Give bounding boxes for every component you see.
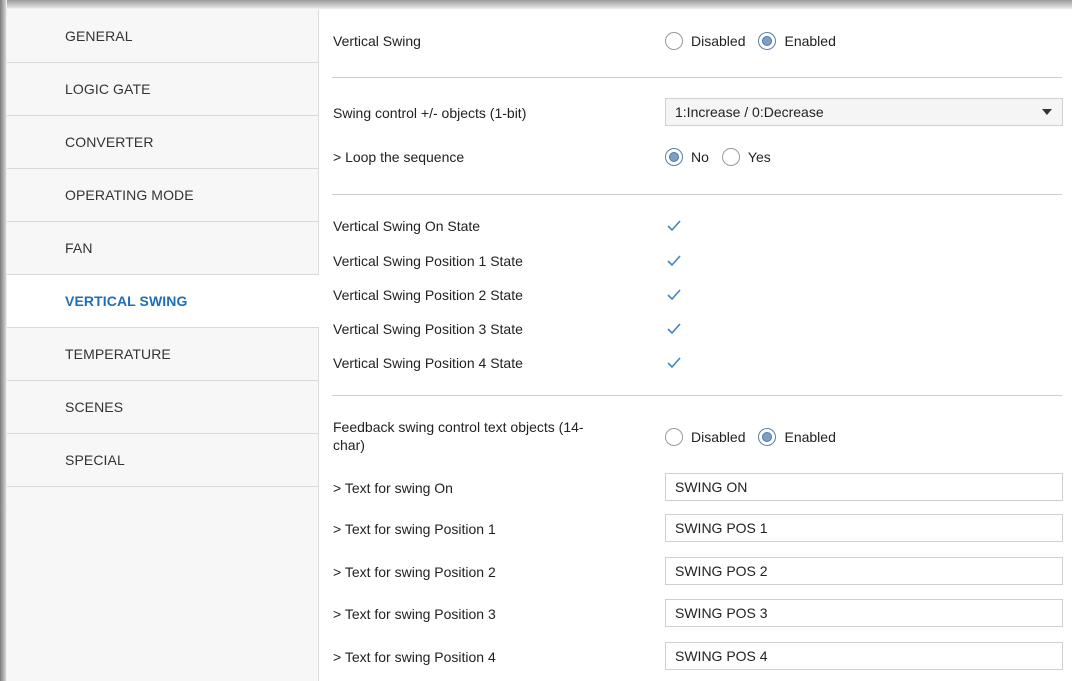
vertical-swing-label: Vertical Swing [333,33,421,49]
sidebar-item-general[interactable]: GENERAL [7,10,318,63]
sidebar-item-operating-mode[interactable]: OPERATING MODE [7,169,318,222]
text-swing-pos1-label: > Text for swing Position 1 [333,521,496,537]
sidebar-item-label: TEMPERATURE [65,346,171,362]
text-swing-pos3-input[interactable]: SWING POS 3 [665,599,1063,627]
sidebar-item-label: OPERATING MODE [65,187,194,203]
state-on-checkbox[interactable] [665,217,683,235]
state-pos2-checkbox[interactable] [665,286,683,304]
checkmark-icon [667,220,681,232]
option-label: Yes [747,149,771,165]
swing-control-label: Swing control +/- objects (1-bit) [333,105,527,121]
option-label: Enabled [784,429,836,445]
feedback-text-label-line1: Feedback swing control text objects (14- [333,419,584,435]
separator [332,395,1062,396]
state-pos1-label: Vertical Swing Position 1 State [333,253,523,269]
feedback-text-label-line2: char) [333,437,365,453]
sidebar-item-label: SCENES [65,399,124,415]
loop-sequence-label: > Loop the sequence [333,149,465,165]
state-on-label: Vertical Swing On State [333,218,481,234]
swing-control-dropdown[interactable]: 1:Increase / 0:Decrease [665,98,1063,126]
loop-sequence-option-yes[interactable]: Yes [721,148,771,166]
radio-checked-icon[interactable] [665,148,683,166]
feedback-text-option-enabled[interactable]: Enabled [758,428,836,446]
sidebar-item-vertical-swing[interactable]: VERTICAL SWING [7,275,319,328]
sidebar-item-label: CONVERTER [65,134,154,150]
radio-unchecked-icon[interactable] [665,428,683,446]
state-pos4-checkbox[interactable] [665,354,683,372]
text-swing-on-label: > Text for swing On [333,480,453,496]
vertical-swing-option-enabled[interactable]: Enabled [758,32,836,50]
text-swing-pos2-label: > Text for swing Position 2 [333,564,496,580]
sidebar-item-fan[interactable]: FAN [7,222,318,275]
option-label: No [691,149,709,165]
text-swing-pos1-input[interactable]: SWING POS 1 [665,514,1063,542]
option-label: Disabled [691,429,746,445]
window: GENERAL LOGIC GATE CONVERTER OPERATING M… [0,0,1072,681]
text-swing-pos4-label: > Text for swing Position 4 [333,649,496,665]
sidebar-item-label: FAN [65,240,93,256]
radio-unchecked-icon[interactable] [721,148,740,166]
text-swing-pos4-input[interactable]: SWING POS 4 [665,642,1063,670]
sidebar-item-scenes[interactable]: SCENES [7,381,318,434]
sidebar-item-label: VERTICAL SWING [65,293,188,309]
text-swing-on-input[interactable]: SWING ON [665,473,1063,501]
window-shadow-top [0,0,1072,10]
feedback-text-radio-group: Disabled Enabled [665,428,849,446]
state-pos3-label: Vertical Swing Position 3 State [333,321,523,337]
loop-sequence-radio-group: No Yes [665,148,784,166]
option-label: Disabled [691,33,746,49]
parameters-panel: Vertical Swing Disabled Enabled Swing co… [320,10,1072,681]
vertical-swing-radio-group: Disabled Enabled [665,32,849,50]
state-pos1-checkbox[interactable] [665,252,683,270]
window-shadow-left [0,0,7,681]
text-swing-pos2-input[interactable]: SWING POS 2 [665,557,1063,585]
sidebar-item-temperature[interactable]: TEMPERATURE [7,328,318,381]
state-pos2-label: Vertical Swing Position 2 State [333,287,523,303]
separator [332,77,1062,78]
checkmark-icon [667,289,681,301]
state-pos3-checkbox[interactable] [665,320,683,338]
radio-checked-icon[interactable] [758,32,777,50]
sidebar-item-label: LOGIC GATE [65,81,151,97]
sidebar-item-logic-gate[interactable]: LOGIC GATE [7,63,318,116]
sidebar-item-converter[interactable]: CONVERTER [7,116,318,169]
sidebar-item-label: SPECIAL [65,452,125,468]
radio-unchecked-icon[interactable] [665,32,683,50]
option-label: Enabled [784,33,836,49]
sidebar: GENERAL LOGIC GATE CONVERTER OPERATING M… [7,10,319,681]
text-swing-pos3-label: > Text for swing Position 3 [333,606,496,622]
dropdown-value: 1:Increase / 0:Decrease [675,104,824,120]
loop-sequence-option-no[interactable]: No [665,148,709,166]
checkmark-icon [667,357,681,369]
checkmark-icon [667,255,681,267]
vertical-swing-option-disabled[interactable]: Disabled [665,32,745,50]
feedback-text-option-disabled[interactable]: Disabled [665,428,745,446]
checkmark-icon [667,323,681,335]
feedback-text-label: Feedback swing control text objects (14-… [333,418,584,454]
separator [332,194,1062,195]
state-pos4-label: Vertical Swing Position 4 State [333,355,523,371]
sidebar-item-label: GENERAL [65,28,133,44]
radio-checked-icon[interactable] [758,428,777,446]
sidebar-item-special[interactable]: SPECIAL [7,434,318,487]
caret-down-icon [1042,109,1052,115]
